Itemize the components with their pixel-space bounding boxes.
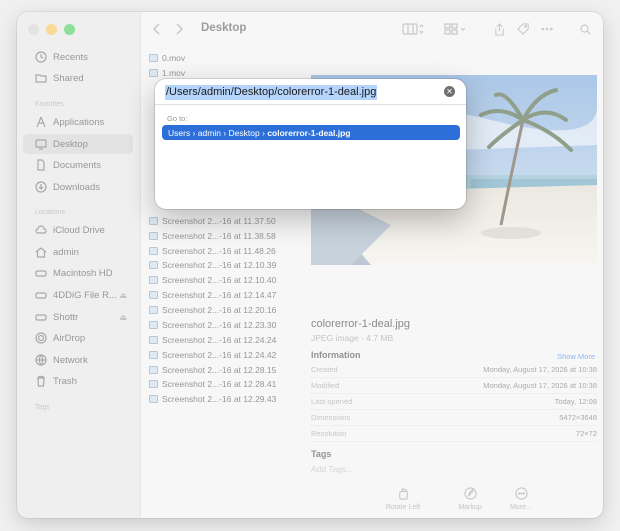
breadcrumb-segment: Users xyxy=(168,127,191,138)
breadcrumb-file: colorerror-1-deal.jpg xyxy=(267,127,351,138)
goto-label: Go to: xyxy=(167,114,188,123)
breadcrumb-segment: admin xyxy=(197,127,221,138)
breadcrumb-segment: Desktop xyxy=(228,127,260,138)
clear-icon[interactable]: ✕ xyxy=(444,86,455,97)
path-suggestion[interactable]: Users › admin › Desktop › colorerror-1-d… xyxy=(162,125,460,140)
breadcrumb-separator: › xyxy=(223,127,227,138)
divider xyxy=(155,104,466,105)
path-input[interactable]: /Users/admin/Desktop/colorerror-1-deal.j… xyxy=(165,85,378,100)
go-to-folder-dialog: /Users/admin/Desktop/colorerror-1-deal.j… xyxy=(155,79,466,209)
breadcrumb-separator: › xyxy=(192,127,196,138)
breadcrumb-separator: › xyxy=(262,127,265,138)
